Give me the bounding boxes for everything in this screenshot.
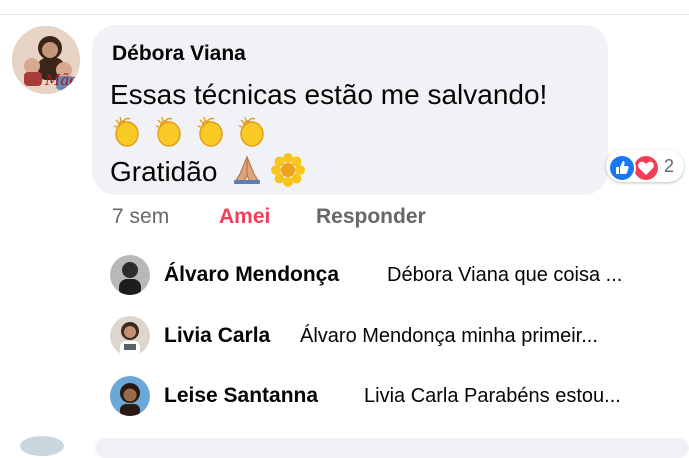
comment-emoji-line bbox=[110, 115, 269, 156]
clap-emoji-icon bbox=[235, 115, 269, 156]
reply-item[interactable]: Livia Carla Álvaro Mendonça minha primei… bbox=[110, 316, 689, 360]
reaction-summary[interactable]: 2 bbox=[606, 150, 684, 182]
top-divider bbox=[0, 14, 689, 15]
reply-text: Livia Carla Parabéns estou... bbox=[364, 385, 621, 407]
sunflower-emoji-icon bbox=[270, 153, 305, 194]
praying-hands-emoji-icon bbox=[231, 154, 263, 193]
comment-bubble bbox=[95, 438, 689, 458]
comment-timestamp[interactable]: 7 sem bbox=[112, 205, 169, 229]
love-reaction-icon bbox=[632, 154, 660, 182]
reply-item[interactable]: Álvaro Mendonça Débora Viana que coisa .… bbox=[110, 255, 689, 299]
comment-author[interactable]: Débora Viana bbox=[112, 42, 246, 66]
avatar[interactable] bbox=[110, 316, 150, 356]
avatar-caption: Mãe bbox=[45, 71, 79, 89]
avatar[interactable] bbox=[20, 436, 64, 456]
avatar[interactable]: Mãe bbox=[12, 26, 80, 94]
comment-text-line-3: Gratidão bbox=[110, 153, 305, 194]
comment-text-line-1: Essas técnicas estão me salvando! bbox=[110, 79, 548, 110]
reply-button[interactable]: Responder bbox=[316, 205, 426, 229]
clap-emoji-icon bbox=[152, 115, 186, 156]
reply-author[interactable]: Livia Carla bbox=[164, 324, 270, 348]
reply-text: Débora Viana que coisa ... bbox=[387, 264, 623, 286]
reply-text: Álvaro Mendonça minha primeir... bbox=[300, 325, 598, 347]
reply-author[interactable]: Álvaro Mendonça bbox=[164, 263, 339, 287]
avatar[interactable] bbox=[110, 255, 150, 295]
clap-emoji-icon bbox=[110, 115, 144, 156]
reply-item[interactable]: Leise Santanna Livia Carla Parabéns esto… bbox=[110, 376, 689, 420]
clap-emoji-icon bbox=[194, 115, 228, 156]
comment-gratitude-text: Gratidão bbox=[110, 155, 218, 187]
like-reaction-icon bbox=[608, 154, 636, 182]
avatar[interactable] bbox=[110, 376, 150, 416]
reply-author[interactable]: Leise Santanna bbox=[164, 384, 318, 408]
reaction-count: 2 bbox=[664, 156, 675, 176]
love-button[interactable]: Amei bbox=[219, 205, 270, 229]
comment-bubble: Débora Viana Essas técnicas estão me sal… bbox=[92, 25, 608, 195]
